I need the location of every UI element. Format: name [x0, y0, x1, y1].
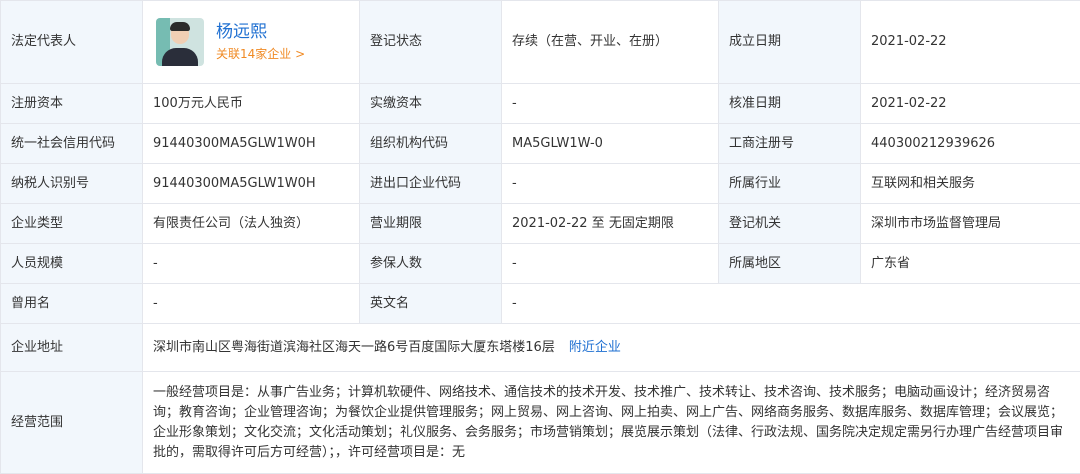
reg-authority-value: 深圳市市场监督管理局: [861, 204, 1080, 244]
insured-value: -: [502, 244, 719, 284]
address-label: 企业地址: [1, 324, 143, 372]
former-name-label: 曾用名: [1, 284, 143, 324]
import-export-code-label: 进出口企业代码: [360, 164, 502, 204]
reg-status-value: 存续（在营、开业、在册）: [502, 1, 719, 84]
company-type-label: 企业类型: [1, 204, 143, 244]
taxpayer-id-value: 91440300MA5GLW1W0H: [143, 164, 360, 204]
biz-reg-no-label: 工商注册号: [719, 124, 861, 164]
legal-rep-label: 法定代表人: [1, 1, 143, 84]
company-type-value: 有限责任公司（法人独资）: [143, 204, 360, 244]
table-row: 企业地址 深圳市南山区粤海街道滨海社区海天一路6号百度国际大厦东塔楼16层附近企…: [1, 324, 1080, 372]
table-row: 法定代表人 杨远熙 关联14家企业 > 登记状态 存续（在营、开业、在册） 成立…: [1, 1, 1080, 84]
credit-code-value: 91440300MA5GLW1W0H: [143, 124, 360, 164]
legal-rep-cell: 杨远熙 关联14家企业 >: [143, 1, 360, 84]
english-name-value: -: [502, 284, 1080, 324]
biz-term-label: 营业期限: [360, 204, 502, 244]
company-info-table: 法定代表人 杨远熙 关联14家企业 > 登记状态 存续（在营、开业、在册） 成立…: [0, 0, 1080, 474]
import-export-code-value: -: [502, 164, 719, 204]
paid-capital-value: -: [502, 84, 719, 124]
table-row: 注册资本 100万元人民币 实缴资本 - 核准日期 2021-02-22: [1, 84, 1080, 124]
table-row: 企业类型 有限责任公司（法人独资） 营业期限 2021-02-22 至 无固定期…: [1, 204, 1080, 244]
address-cell: 深圳市南山区粤海街道滨海社区海天一路6号百度国际大厦东塔楼16层附近企业: [143, 324, 1080, 372]
taxpayer-id-label: 纳税人识别号: [1, 164, 143, 204]
insured-label: 参保人数: [360, 244, 502, 284]
table-row: 统一社会信用代码 91440300MA5GLW1W0H 组织机构代码 MA5GL…: [1, 124, 1080, 164]
reg-status-label: 登记状态: [360, 1, 502, 84]
industry-label: 所属行业: [719, 164, 861, 204]
approval-date-label: 核准日期: [719, 84, 861, 124]
address-value: 深圳市南山区粤海街道滨海社区海天一路6号百度国际大厦东塔楼16层: [153, 340, 555, 355]
biz-reg-no-value: 440300212939626: [861, 124, 1080, 164]
region-label: 所属地区: [719, 244, 861, 284]
org-code-label: 组织机构代码: [360, 124, 502, 164]
biz-term-value: 2021-02-22 至 无固定期限: [502, 204, 719, 244]
org-code-value: MA5GLW1W-0: [502, 124, 719, 164]
legal-rep-name-link[interactable]: 杨远熙: [216, 20, 305, 44]
region-value: 广东省: [861, 244, 1080, 284]
approval-date-value: 2021-02-22: [861, 84, 1080, 124]
table-row: 曾用名 - 英文名 -: [1, 284, 1080, 324]
staff-size-value: -: [143, 244, 360, 284]
former-name-value: -: [143, 284, 360, 324]
industry-value: 互联网和相关服务: [861, 164, 1080, 204]
reg-capital-label: 注册资本: [1, 84, 143, 124]
scope-label: 经营范围: [1, 372, 143, 474]
established-label: 成立日期: [719, 1, 861, 84]
table-row: 纳税人识别号 91440300MA5GLW1W0H 进出口企业代码 - 所属行业…: [1, 164, 1080, 204]
avatar[interactable]: [156, 18, 204, 66]
nearby-companies-link[interactable]: 附近企业: [569, 340, 621, 355]
scope-value: 一般经营项目是：从事广告业务；计算机软硬件、网络技术、通信技术的技术开发、技术推…: [143, 372, 1080, 474]
staff-size-label: 人员规模: [1, 244, 143, 284]
table-row: 经营范围 一般经营项目是：从事广告业务；计算机软硬件、网络技术、通信技术的技术开…: [1, 372, 1080, 474]
reg-authority-label: 登记机关: [719, 204, 861, 244]
credit-code-label: 统一社会信用代码: [1, 124, 143, 164]
english-name-label: 英文名: [360, 284, 502, 324]
paid-capital-label: 实缴资本: [360, 84, 502, 124]
related-companies-link[interactable]: 关联14家企业 >: [216, 44, 305, 64]
established-value: 2021-02-22: [861, 1, 1080, 84]
reg-capital-value: 100万元人民币: [143, 84, 360, 124]
table-row: 人员规模 - 参保人数 - 所属地区 广东省: [1, 244, 1080, 284]
